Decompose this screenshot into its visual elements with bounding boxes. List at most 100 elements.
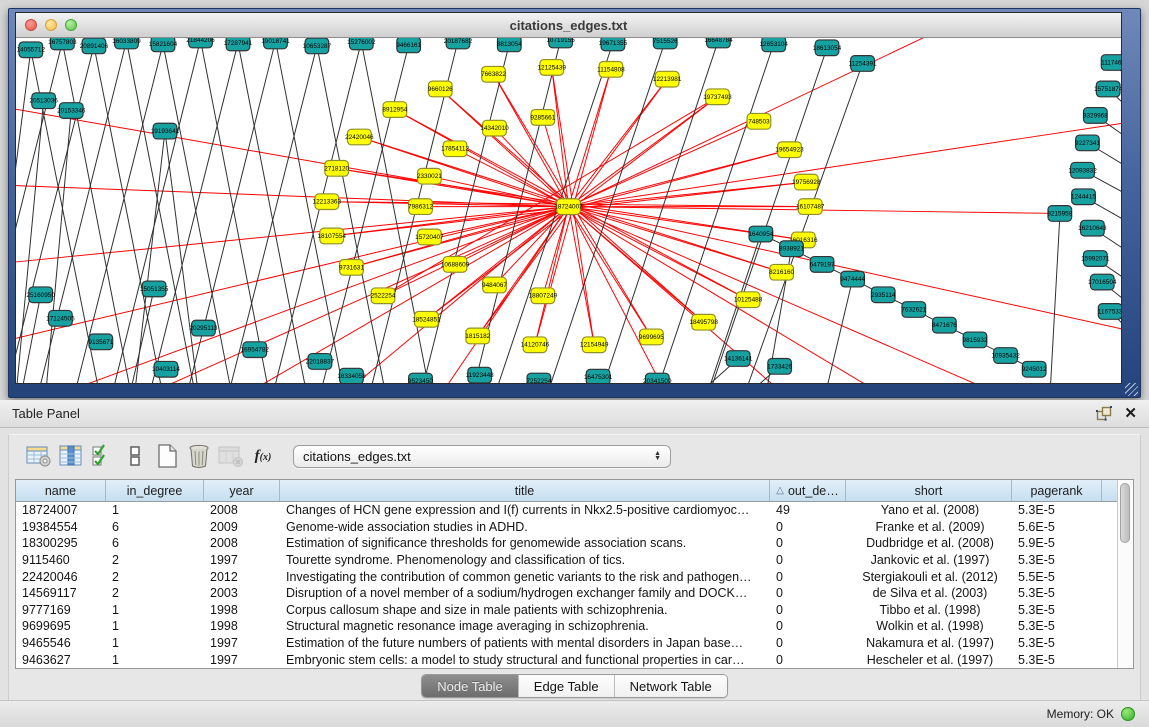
graph-node[interactable]: 25160950 [26, 287, 55, 303]
show-columns-button[interactable] [55, 441, 87, 471]
graph-node[interactable]: 14120746 [521, 337, 550, 353]
graph-node[interactable]: 15276002 [347, 38, 376, 50]
graph-node[interactable]: 20187682 [444, 38, 473, 49]
table-settings-button[interactable] [23, 441, 55, 471]
graph-node[interactable]: 12093832 [1068, 162, 1097, 178]
graph-node[interactable]: 19737493 [703, 89, 732, 105]
graph-node[interactable]: 20891406 [80, 38, 109, 54]
graph-node[interactable]: 9523450 [408, 373, 433, 383]
tab-edge-table[interactable]: Edge Table [519, 675, 615, 697]
graph-node[interactable]: 15751874 [1094, 81, 1121, 97]
graph-node[interactable]: 18495798 [689, 314, 718, 330]
graph-node[interactable]: 18613054 [813, 40, 842, 56]
row-height-button[interactable] [119, 441, 151, 471]
graph-node[interactable]: 9660126 [428, 81, 453, 97]
graph-node[interactable]: 9699695 [639, 329, 664, 345]
graph-node[interactable]: 16648784 [704, 38, 733, 48]
zoom-window-button[interactable] [65, 19, 77, 31]
graph-node[interactable]: 14055712 [17, 42, 46, 58]
graph-node[interactable]: 8471676 [932, 317, 957, 333]
graph-node[interactable]: 10653287 [303, 38, 332, 54]
graph-node[interactable]: 15720407 [415, 229, 444, 245]
delete-table-button[interactable] [215, 441, 247, 471]
graph-node[interactable]: 10125488 [734, 292, 763, 308]
graph-node[interactable]: 2522254 [371, 288, 396, 304]
graph-node[interactable]: 22420046 [345, 129, 374, 145]
graph-node[interactable]: 18334058 [337, 368, 366, 383]
graph-node[interactable]: 17016504 [1088, 274, 1117, 290]
graph-node[interactable]: 22018837 [306, 354, 335, 370]
graph-node[interactable]: 6479197 [810, 257, 835, 273]
graph-node[interactable]: 8216160 [769, 264, 794, 280]
graph-node[interactable]: 16954782 [241, 342, 270, 358]
graph-node[interactable]: 12154949 [580, 337, 609, 353]
close-window-button[interactable] [25, 19, 37, 31]
graph-node[interactable]: 18524851 [412, 311, 441, 327]
column-header-year[interactable]: year [204, 480, 280, 501]
graph-node[interactable]: 17287941 [224, 38, 253, 51]
create-column-button[interactable] [151, 441, 183, 471]
graph-node[interactable]: 7515526 [653, 38, 678, 49]
select-columns-button[interactable] [87, 441, 119, 471]
graph-node[interactable]: 1640954 [748, 226, 773, 242]
graph-node[interactable]: 16475301 [584, 369, 613, 383]
graph-node[interactable]: 8938921 [779, 241, 804, 257]
graph-node[interactable]: 19654923 [775, 142, 804, 158]
graph-node[interactable]: 20341509 [643, 373, 672, 383]
graph-node[interactable]: 9484067 [482, 277, 507, 293]
graph-node[interactable]: 9731631 [339, 260, 364, 276]
graph-node[interactable]: 19018741 [261, 38, 290, 49]
table-row[interactable]: 946554611997Estimation of the future num… [16, 635, 1133, 652]
graph-node[interactable]: 9227341 [1075, 135, 1100, 151]
graph-node[interactable]: 9466161 [396, 38, 421, 53]
graph-node[interactable]: 11923448 [466, 367, 494, 383]
graph-node[interactable]: 1733426 [767, 358, 792, 374]
graph-node[interactable]: 1117462 [1101, 55, 1121, 71]
column-header-in_degree[interactable]: in_degree [106, 480, 204, 501]
graph-node[interactable]: 7663822 [481, 66, 506, 82]
delete-columns-button[interactable] [183, 441, 215, 471]
graph-node[interactable]: 16757803 [48, 38, 77, 50]
close-panel-icon[interactable]: ✕ [1124, 406, 1137, 421]
graph-node[interactable]: 15051355 [140, 281, 169, 297]
graph-node[interactable]: 7632621 [901, 302, 926, 318]
graph-node[interactable]: 12213363 [313, 194, 342, 210]
graph-node[interactable]: 10403114 [152, 361, 180, 377]
graph-node[interactable]: 15992071 [1081, 251, 1110, 267]
graph-node[interactable]: 2718120 [324, 161, 349, 177]
graph-node[interactable]: 7252254 [526, 373, 551, 383]
graph-node[interactable]: 1167533 [1098, 304, 1121, 320]
graph-node[interactable]: 16107487 [796, 199, 825, 215]
table-row[interactable]: 946362711997Embryonic stem cells: a mode… [16, 651, 1133, 668]
graph-node[interactable]: 9245012 [1022, 361, 1047, 377]
graph-node[interactable]: 8912954 [382, 102, 407, 118]
graph-node[interactable]: 2935114 [871, 287, 896, 303]
graph-node[interactable]: 9815932 [963, 332, 988, 348]
graph-node[interactable]: 10719155 [546, 38, 575, 48]
graph-node[interactable]: 18724007 [554, 199, 583, 215]
graph-node[interactable]: 2330021 [417, 168, 442, 184]
column-header-out_de[interactable]: △out_de… [770, 480, 846, 501]
table-source-dropdown[interactable]: citations_edges.txt ▲ ▼ [293, 445, 671, 468]
graph-node[interactable]: 20295113 [189, 320, 217, 336]
graph-node[interactable]: 11154808 [597, 62, 625, 78]
graph-node[interactable]: 15821604 [149, 38, 178, 52]
graph-node[interactable]: 12213981 [653, 71, 682, 87]
graph-node[interactable]: 9135671 [88, 334, 113, 350]
table-row[interactable]: 911546021997Tourette syndrome. Phenomeno… [16, 552, 1133, 569]
table-row[interactable]: 2242004622012Investigating the contribut… [16, 568, 1133, 585]
graph-node[interactable]: 17854112 [441, 141, 469, 157]
scrollbar-thumb[interactable] [1120, 483, 1130, 543]
graph-node[interactable]: 8215958 [1047, 206, 1072, 222]
graph-node[interactable]: 12653104 [759, 38, 788, 52]
table-vertical-scrollbar[interactable] [1117, 480, 1133, 668]
graph-node[interactable]: 21844206 [186, 38, 215, 48]
graph-node[interactable]: 1244415 [1071, 189, 1096, 205]
column-header-name[interactable]: name [16, 480, 106, 501]
table-row[interactable]: 969969511998Structural magnetic resonanc… [16, 618, 1133, 635]
table-row[interactable]: 1456911722003Disruption of a novel membe… [16, 585, 1133, 602]
table-row[interactable]: 1830029562008Estimation of significance … [16, 535, 1133, 552]
minimize-window-button[interactable] [45, 19, 57, 31]
graph-node[interactable]: 9285661 [530, 110, 555, 126]
window-resize-grip[interactable] [1125, 383, 1138, 396]
